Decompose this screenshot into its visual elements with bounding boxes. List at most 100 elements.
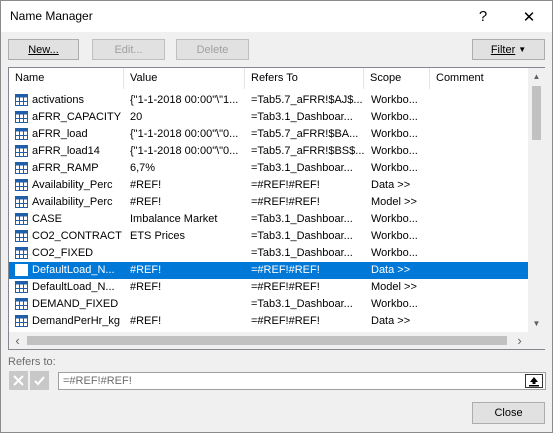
row-refers-to: =#REF!#REF! (251, 179, 320, 191)
row-scope: Model >> (371, 281, 417, 293)
scroll-left-icon[interactable]: ‹ (9, 332, 26, 349)
row-comment (434, 160, 524, 177)
column-header-comment[interactable]: Comment (430, 68, 528, 89)
row-refers-to: =Tab5.7_aFRR!$AJ$... (251, 94, 363, 106)
row-comment (434, 92, 524, 109)
confirm-edit-button[interactable] (30, 371, 49, 390)
name-list-row[interactable]: Availability_Perc #REF! =#REF!#REF! Model >… (9, 194, 528, 211)
row-comment (434, 313, 524, 330)
row-value: Imbalance Market (130, 213, 218, 225)
row-comment (434, 279, 524, 296)
horizontal-scrollbar[interactable]: ‹ › (9, 332, 528, 349)
row-scope: Data >> (371, 179, 411, 191)
defined-name-icon (15, 315, 28, 327)
name-list-row[interactable]: DEMAND_FIXED =Tab3.1_Dashboar... Workbo... (9, 296, 528, 313)
defined-name-icon (15, 111, 28, 123)
edit-button[interactable]: Edit... (92, 39, 165, 60)
row-scope: Workbo... (371, 128, 418, 140)
column-header-name[interactable]: Name (9, 68, 124, 89)
row-comment (434, 194, 524, 211)
horizontal-scroll-thumb[interactable] (27, 336, 507, 345)
new-button[interactable]: New... (8, 39, 79, 60)
row-name: DefaultLoad_N... (32, 264, 115, 276)
row-scope: Data >> (371, 315, 411, 327)
new-button-label: New... (28, 43, 59, 56)
edit-button-label: Edit... (114, 43, 143, 56)
help-button[interactable]: ? (460, 1, 506, 32)
list-rows: activations {"1-1-2018 00:00"\"1... =Tab5.… (9, 92, 528, 330)
row-value: #REF! (130, 315, 162, 327)
names-list[interactable]: Name Value Refers To Scope Comment activ… (8, 67, 545, 350)
list-header: Name Value Refers To Scope Comment (9, 68, 528, 89)
defined-name-icon (15, 247, 28, 259)
vertical-scrollbar[interactable]: ▲ ▼ (528, 68, 545, 332)
row-value: {"1-1-2018 00:00"\"0... (130, 128, 239, 140)
row-scope: Workbo... (371, 247, 418, 259)
scroll-up-icon[interactable]: ▲ (528, 68, 545, 85)
row-name: aFRR_RAMP (32, 162, 99, 174)
close-window-icon[interactable]: ✕ (506, 1, 552, 32)
name-list-row[interactable]: DefaultLoad_N... #REF! =#REF!#REF! Data >> (9, 262, 528, 279)
row-name: aFRR_load14 (32, 145, 100, 157)
name-list-row[interactable]: aFRR_CAPACITY 20 =Tab3.1_Dashboar... Workbo… (9, 109, 528, 126)
row-scope: Workbo... (371, 145, 418, 157)
row-scope: Data >> (371, 264, 411, 276)
name-list-row[interactable]: Availability_Perc #REF! =#REF!#REF! Data >> (9, 177, 528, 194)
refers-to-label: Refers to: (8, 356, 56, 368)
defined-name-icon (15, 128, 28, 140)
scroll-down-icon[interactable]: ▼ (528, 315, 545, 332)
cancel-edit-button[interactable] (9, 371, 28, 390)
row-value: {"1-1-2018 00:00"\"0... (130, 145, 239, 157)
row-name: aFRR_load (32, 128, 88, 140)
row-scope: Workbo... (371, 298, 418, 310)
collapse-dialog-button[interactable] (525, 374, 543, 388)
name-list-row[interactable]: aFRR_load14 {"1-1-2018 00:00"\"0... =Tab5.… (9, 143, 528, 160)
row-name: aFRR_CAPACITY (32, 111, 122, 123)
row-name: DemandPerHr_kg (32, 315, 121, 327)
row-refers-to: =#REF!#REF! (251, 264, 320, 276)
row-value (130, 245, 248, 262)
name-list-row[interactable]: aFRR_RAMP 6,7% =Tab3.1_Dashboar... Workbo..… (9, 160, 528, 177)
row-comment (434, 296, 524, 313)
name-list-row[interactable]: CO2_CONTRACT ETS Prices =Tab3.1_Dashboar..… (9, 228, 528, 245)
column-header-scope[interactable]: Scope (364, 68, 430, 89)
name-list-row[interactable]: CASE Imbalance Market =Tab3.1_Dashboar... W… (9, 211, 528, 228)
row-scope: Workbo... (371, 111, 418, 123)
column-header-refers-to[interactable]: Refers To (245, 68, 364, 89)
column-header-value[interactable]: Value (124, 68, 245, 89)
row-comment (434, 177, 524, 194)
row-value: #REF! (130, 196, 162, 208)
scroll-right-icon[interactable]: › (511, 332, 528, 349)
name-list-row[interactable]: activations {"1-1-2018 00:00"\"1... =Tab5.… (9, 92, 528, 109)
row-scope: Workbo... (371, 162, 418, 174)
row-value: 20 (130, 111, 143, 123)
row-refers-to: =Tab3.1_Dashboar... (251, 111, 353, 123)
defined-name-icon (15, 162, 28, 174)
name-manager-dialog: Name Manager ? ✕ New... Edit... Delete F… (0, 0, 553, 433)
name-list-row[interactable]: CO2_FIXED =Tab3.1_Dashboar... Workbo... (9, 245, 528, 262)
vertical-scroll-thumb[interactable] (532, 86, 541, 140)
row-scope: Model >> (371, 196, 417, 208)
name-list-row[interactable]: DefaultLoad_N... #REF! =#REF!#REF! Model >> (9, 279, 528, 296)
row-refers-to: =#REF!#REF! (251, 196, 320, 208)
row-scope: Workbo... (371, 94, 418, 106)
row-refers-to: =Tab3.1_Dashboar... (251, 213, 353, 225)
row-comment (434, 262, 524, 279)
filter-button-label: Filter (490, 43, 516, 56)
name-list-row[interactable]: aFRR_load {"1-1-2018 00:00"\"0... =Tab5.7_… (9, 126, 528, 143)
row-scope: Workbo... (371, 230, 418, 242)
name-list-row[interactable]: DemandPerHr_kg #REF! =#REF!#REF! Data >> (9, 313, 528, 330)
refers-to-input[interactable]: =#REF!#REF! (58, 372, 546, 390)
row-refers-to: =Tab5.7_aFRR!$BA... (251, 128, 359, 140)
close-button[interactable]: Close (472, 402, 545, 424)
row-scope: Workbo... (371, 213, 418, 225)
filter-button[interactable]: Filter ▼ (472, 39, 545, 60)
caret-down-icon: ▼ (518, 45, 527, 54)
delete-button-label: Delete (196, 43, 229, 56)
collapse-arrow-icon (529, 376, 539, 386)
row-value: 6,7% (130, 162, 156, 174)
delete-button[interactable]: Delete (176, 39, 249, 60)
row-value: #REF! (130, 179, 162, 191)
row-refers-to: =Tab3.1_Dashboar... (251, 247, 353, 259)
row-refers-to: =Tab3.1_Dashboar... (251, 298, 353, 310)
